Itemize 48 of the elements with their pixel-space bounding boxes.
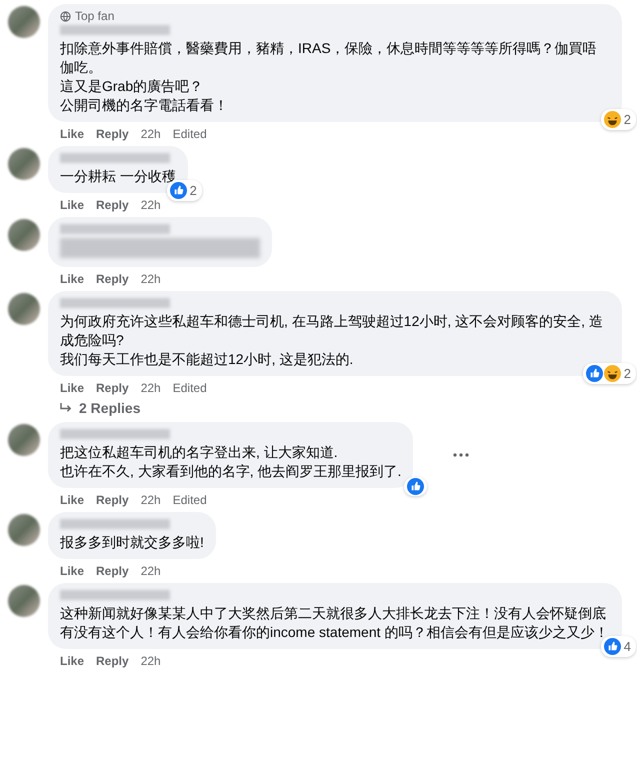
avatar[interactable] [8,293,40,325]
avatar[interactable] [8,6,40,38]
comment-text: 把这位私超车司机的名字登出来, 让大家知道. [60,443,339,462]
avatar[interactable] [8,148,40,180]
view-replies-link[interactable]: 2 Replies [79,400,140,416]
action-link[interactable]: Like [60,493,84,508]
comment-text: 這又是Grab的廣告吧？ [60,77,204,96]
timestamp[interactable]: 22h [140,127,161,142]
action-link[interactable]: Reply [96,493,129,508]
action-link[interactable]: Reply [96,564,129,579]
timestamp[interactable]: 22h [140,198,161,213]
edited-label: Edited [172,381,207,396]
avatar[interactable] [8,514,40,546]
avatar[interactable] [8,219,40,251]
avatar[interactable] [8,424,40,456]
comment-text: 为何政府充许这些私超车和德士司机, 在马路上驾驶超过12小时, 这不会对顾客的安全, 造成危险吗? [60,312,604,350]
timestamp[interactable]: 22h [140,654,161,669]
comment-text: 公開司機的名字電話看看！ [60,96,229,115]
avatar[interactable] [8,585,40,617]
edited-label: Edited [172,493,207,508]
action-link[interactable]: Reply [96,272,129,287]
reaction-counter[interactable] [404,477,428,496]
action-link[interactable]: Like [60,198,84,213]
timestamp[interactable]: 22h [140,493,161,508]
reaction-counter[interactable]: 4 [600,636,636,657]
action-link[interactable]: Reply [96,127,129,142]
action-link[interactable]: Like [60,654,84,669]
action-link[interactable]: Like [60,381,84,396]
more-options-icon[interactable] [453,453,470,457]
timestamp[interactable]: 22h [140,381,161,396]
comment-text: 也许在不久, 大家看到他的名字, 他去阎罗王那里报到了. [60,462,402,481]
action-link[interactable]: Like [60,272,84,287]
action-link[interactable]: Like [60,564,84,579]
reaction-counter[interactable]: 2 [582,363,636,384]
comment-text: 报多多到时就交多多啦! [60,533,204,552]
edited-label: Edited [172,127,207,142]
globe-icon [60,10,71,22]
action-link[interactable]: Reply [96,198,129,213]
top-fan-label: Top fan [75,9,114,23]
comment-text: 扣除意外事件賠償，醫藥費用，豬精，IRAS，保險，休息時間等等等等所得嗎？伽買唔伽吃。 [60,39,598,77]
action-link[interactable]: Like [60,127,84,142]
action-link[interactable]: Reply [96,654,129,669]
reply-arrow-icon [60,402,73,414]
timestamp[interactable]: 22h [140,272,161,287]
action-link[interactable]: Reply [96,381,129,396]
timestamp[interactable]: 22h [140,564,161,579]
comment-text: 我们每天工作也是不能超过12小时, 这是犯法的. [60,350,354,369]
reaction-counter[interactable]: 2 [600,109,636,130]
